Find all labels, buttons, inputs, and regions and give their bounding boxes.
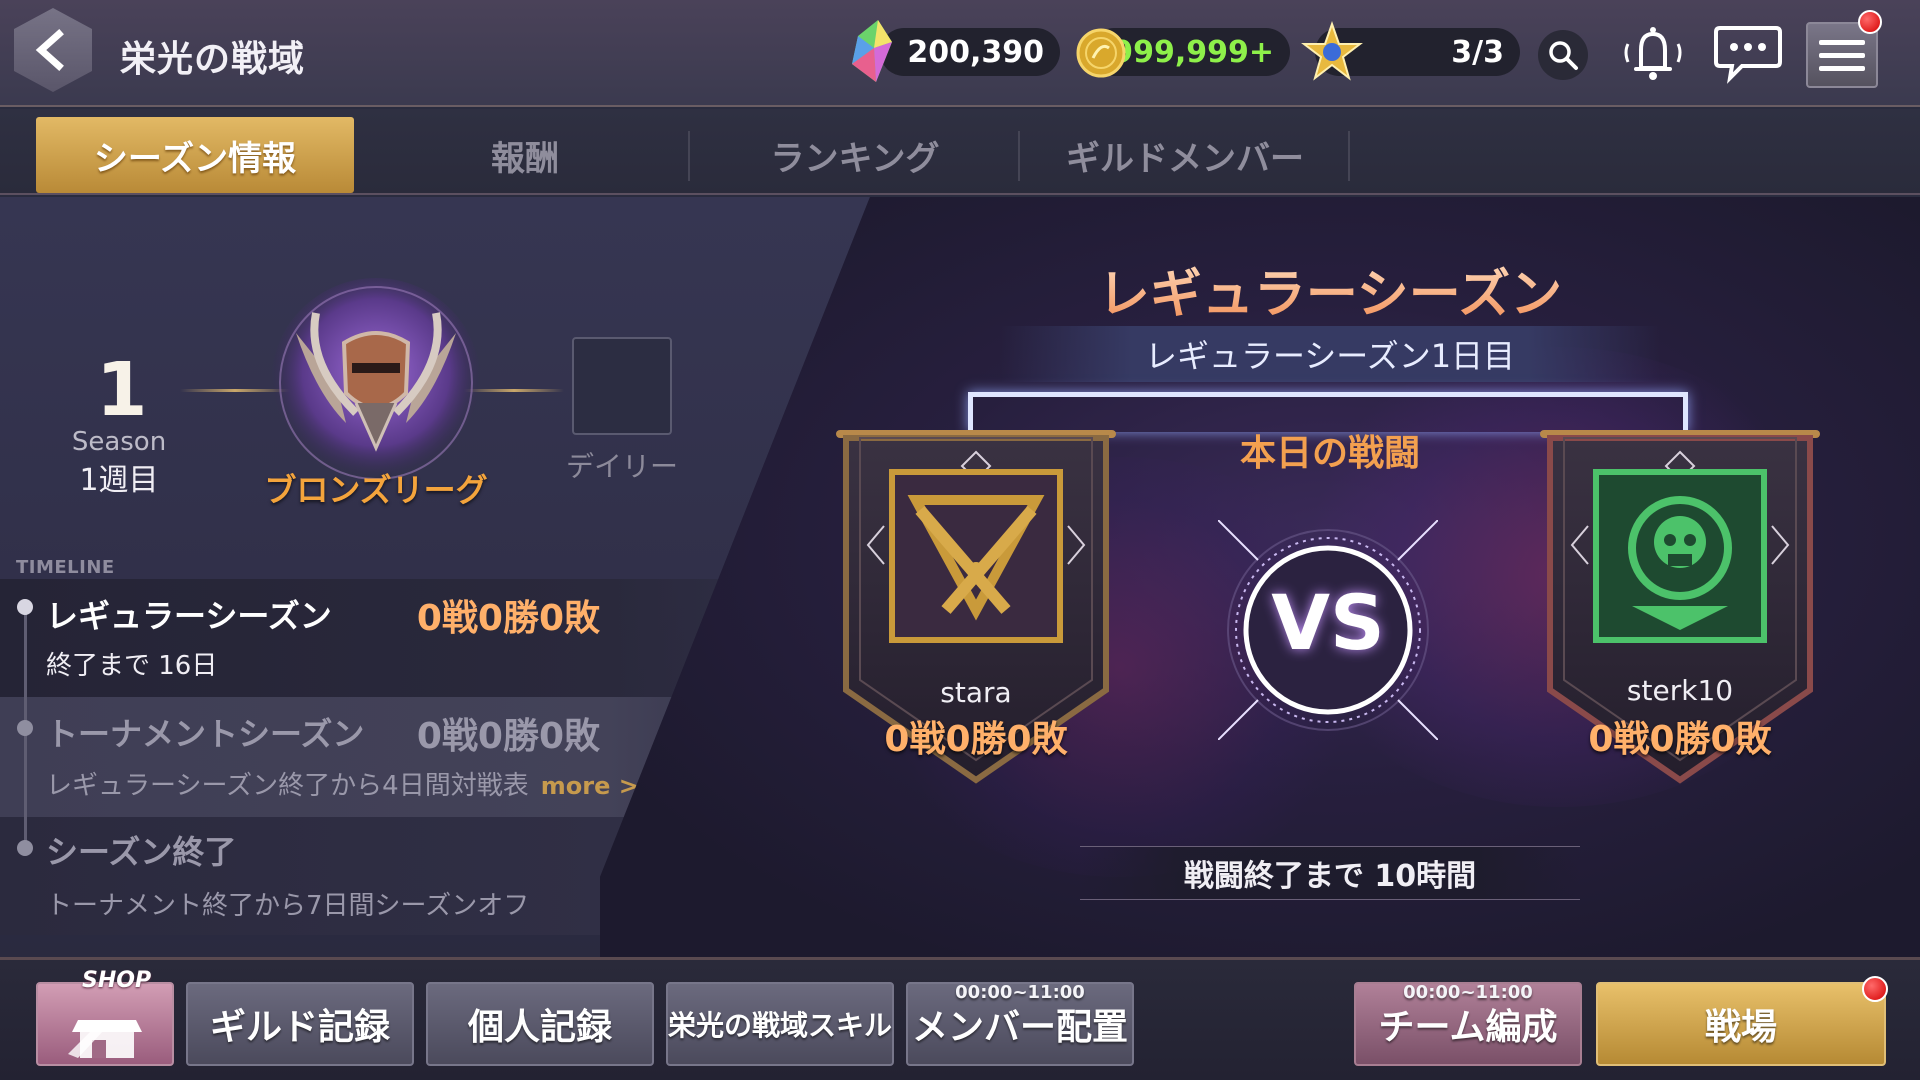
daily-reward-slot[interactable]: [572, 337, 672, 435]
timeline-dot: [17, 840, 33, 856]
guild-record-button[interactable]: ギルド記録: [186, 982, 414, 1066]
timeline-title: レギュラーシーズン: [46, 597, 332, 635]
timeline-record: 0戦0勝0敗: [416, 598, 600, 639]
battle-end-timer: 戦闘終了まで 10時間: [1080, 846, 1580, 900]
regular-season-heading: レギュラーシーズン: [1020, 252, 1640, 327]
daily-label: デイリー: [565, 450, 678, 483]
timeline-sub: トーナメント終了から7日間シーズンオフ: [46, 891, 530, 921]
tab-season-info[interactable]: シーズン情報: [36, 117, 354, 193]
shop-label: SHOP: [82, 968, 152, 993]
tab-ranking[interactable]: ランキング: [696, 117, 1014, 193]
vs-label: VS: [1271, 578, 1385, 667]
team-record-left: 0戦0勝0敗: [884, 719, 1068, 760]
timeline-heading: TIMELINE: [16, 557, 115, 578]
personal-record-button[interactable]: 個人記録: [426, 982, 654, 1066]
today-battle-label: 本日の戦闘: [1239, 433, 1420, 474]
timeline-title: シーズン終了: [46, 833, 237, 871]
bottom-bar: SHOP ギルド記録 個人記録 栄光の戦域スキル 00:00~11:00 メンバ…: [0, 957, 1920, 1080]
star-badge-icon: [1301, 20, 1363, 81]
team-name-right: sterk10: [1626, 674, 1734, 707]
menu-notification-badge: [1858, 10, 1882, 34]
season-number: 1: [96, 347, 148, 433]
crystal-icon: [852, 20, 892, 82]
bell-icon: [1624, 27, 1682, 80]
page-title: 栄光の戦域: [120, 39, 306, 80]
menu-icon: [1819, 39, 1865, 45]
shop-icon: [68, 1020, 142, 1058]
timeline-title: トーナメントシーズン: [46, 715, 365, 753]
season-label: Season: [71, 427, 167, 457]
chevron-left-icon: [35, 29, 64, 71]
timeline-sub: 終了まで 16日: [46, 651, 218, 681]
member-placement-time: 00:00~11:00: [955, 982, 1085, 1003]
back-button[interactable]: [14, 8, 92, 92]
search-icon: [1549, 41, 1578, 70]
battlefield-notification-badge: [1862, 976, 1888, 1002]
search-button[interactable]: [1538, 30, 1588, 80]
tab-separator: [1018, 131, 1020, 181]
team-record-right: 0戦0勝0敗: [1588, 719, 1772, 760]
tab-separator: [1348, 131, 1350, 181]
timeline-record: 0戦0勝0敗: [416, 716, 600, 757]
battlefield-button[interactable]: 戦場: [1596, 982, 1886, 1066]
member-placement-button[interactable]: 00:00~11:00 メンバー配置: [906, 982, 1134, 1066]
timeline-dot: [17, 720, 33, 736]
tab-bar: シーズン情報 報酬 ランキング ギルドメンバー: [0, 109, 1920, 195]
team-formation-time: 00:00~11:00: [1403, 982, 1533, 1003]
shop-button[interactable]: [36, 982, 174, 1066]
more-link[interactable]: more >: [541, 772, 639, 800]
member-placement-label: メンバー配置: [911, 1007, 1128, 1048]
chat-button[interactable]: [1712, 22, 1784, 84]
coin-icon: [1076, 28, 1126, 78]
tab-rewards[interactable]: 報酬: [366, 117, 684, 193]
timeline-sub: レギュラーシーズン終了から4日間対戦表: [46, 771, 529, 801]
timeline-dot: [17, 599, 33, 615]
team-name-left: stara: [940, 676, 1012, 709]
glory-skill-button[interactable]: 栄光の戦域スキル: [666, 982, 894, 1066]
tab-guild-members[interactable]: ギルドメンバー: [1026, 117, 1344, 193]
team-formation-button[interactable]: 00:00~11:00 チーム編成: [1354, 982, 1582, 1066]
season-day-label: レギュラーシーズン1日目: [1000, 326, 1660, 382]
team-formation-label: チーム編成: [1378, 1007, 1558, 1048]
season-week: 1週目: [79, 463, 159, 498]
league-name: ブロンズリーグ: [264, 471, 488, 509]
chat-icon: [1714, 26, 1782, 84]
crystal-counter: 200,390: [880, 28, 1060, 76]
tab-separator: [688, 131, 690, 181]
notification-button[interactable]: [1618, 22, 1688, 86]
top-bar: 栄光の戦域 200,390 9,999,999+ 3/3: [0, 0, 1920, 107]
